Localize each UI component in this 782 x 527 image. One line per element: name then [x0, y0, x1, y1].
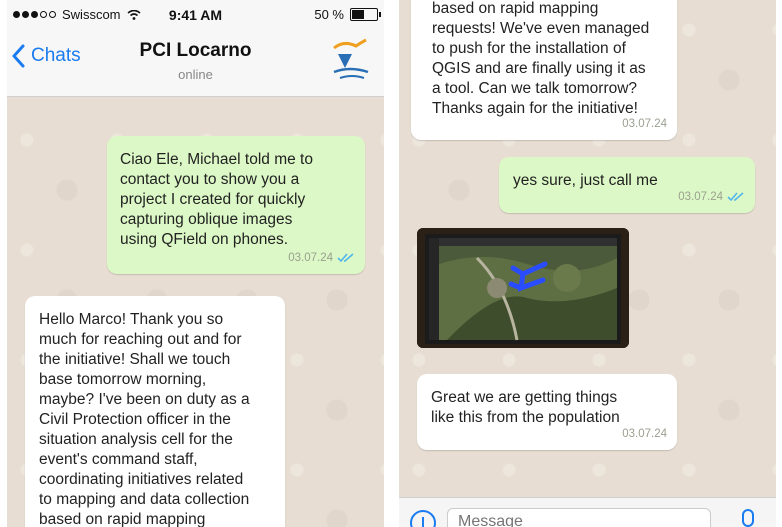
contact-avatar[interactable] — [330, 38, 370, 82]
map-screenshot-image — [417, 228, 629, 348]
battery-percentage: 50 % — [314, 7, 344, 22]
message-incoming[interactable]: based on rapid mapping requests! We've e… — [411, 0, 677, 140]
message-time: 03.07.24 — [622, 118, 667, 130]
message-incoming[interactable]: Great we are getting things like this fr… — [417, 374, 677, 450]
battery-icon — [350, 8, 381, 21]
upload-icon[interactable] — [410, 510, 436, 527]
double-check-icon — [727, 192, 744, 202]
message-text: Hello Marco! Thank you so much for reach… — [39, 311, 250, 527]
chat-header: Chats PCI Locarno online — [7, 30, 384, 97]
microphone-icon[interactable] — [742, 509, 754, 527]
message-outgoing[interactable]: Ciao Ele, Michael told me to contact you… — [107, 136, 365, 274]
message-text: Ciao Ele, Michael told me to contact you… — [120, 151, 313, 248]
chat-title[interactable]: PCI Locarno — [7, 40, 384, 62]
message-time: 03.07.24 — [288, 252, 333, 264]
message-time: 03.07.24 — [678, 191, 723, 203]
chat-status: online — [178, 67, 213, 82]
chat-screen-right: based on rapid mapping requests! We've e… — [399, 0, 776, 527]
message-incoming[interactable]: Hello Marco! Thank you so much for reach… — [25, 296, 285, 527]
message-input-bar — [399, 497, 776, 527]
status-bar: Swisscom 9:41 AM 50 % — [7, 0, 384, 30]
message-time: 03.07.24 — [622, 428, 667, 440]
message-text: based on rapid mapping requests! We've e… — [432, 0, 650, 117]
message-text: Great we are getting things like this fr… — [431, 389, 620, 426]
shared-image[interactable] — [417, 228, 629, 348]
message-outgoing[interactable]: yes sure, just call me 03.07.24 — [499, 157, 755, 213]
chat-screen-left: Swisscom 9:41 AM 50 % Chats PCI Locarno … — [7, 0, 384, 527]
message-input[interactable] — [447, 508, 711, 527]
double-check-icon — [337, 253, 354, 263]
